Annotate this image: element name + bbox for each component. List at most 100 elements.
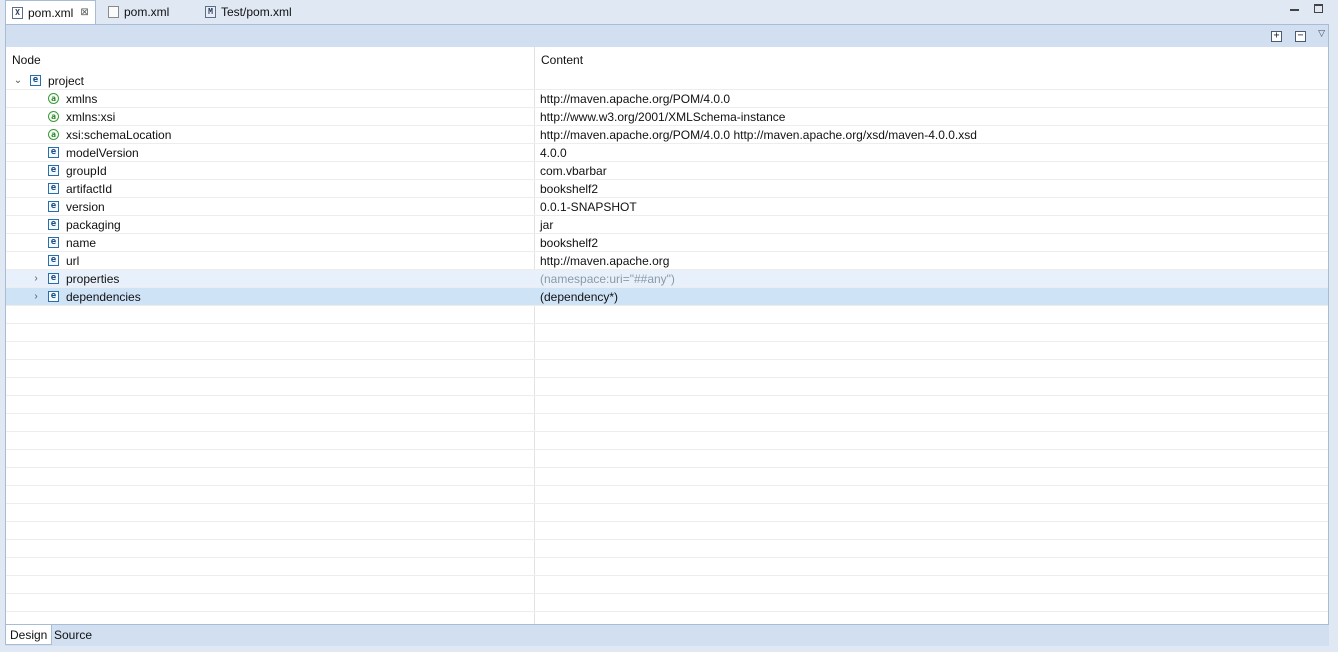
element-icon: e	[48, 201, 59, 212]
chevron-right-icon[interactable]: ›	[30, 273, 42, 284]
tab-label: Source	[54, 628, 93, 642]
expand-all-button[interactable]: +	[1271, 31, 1282, 42]
node-cell[interactable]: ⌄ e project	[6, 72, 534, 89]
chevron-down-icon[interactable]: ⌄	[12, 75, 24, 86]
tree-row[interactable]: a xmlns:xsi http://www.w3.org/2001/XMLSche…	[6, 108, 1328, 126]
attribute-icon: a	[48, 129, 59, 140]
minimize-button[interactable]	[1288, 2, 1300, 14]
chevron-right-icon[interactable]: ›	[30, 291, 42, 302]
tree-row[interactable]: e version 0.0.1-SNAPSHOT	[6, 198, 1328, 216]
tree-row[interactable]: ⌄ e project	[6, 72, 1328, 90]
tree-row[interactable]: › e dependencies (dependency*)	[6, 288, 1328, 306]
empty-row	[6, 558, 1328, 576]
node-cell[interactable]: e packaging	[6, 216, 534, 233]
content-cell[interactable]: com.vbarbar	[540, 162, 607, 179]
empty-row	[6, 432, 1328, 450]
empty-row	[6, 414, 1328, 432]
empty-row	[6, 522, 1328, 540]
node-cell[interactable]: a xmlns	[6, 90, 534, 107]
tree-row[interactable]: e packaging jar	[6, 216, 1328, 234]
content-cell[interactable]: (dependency*)	[540, 288, 618, 305]
element-icon: e	[48, 165, 59, 176]
design-panel: + − ▽ Node Content ⌄ e project a xmlns http:/…	[5, 24, 1329, 626]
node-cell[interactable]: e artifactId	[6, 180, 534, 197]
node-name: dependencies	[66, 289, 141, 304]
empty-row	[6, 540, 1328, 558]
tree-row[interactable]: e name bookshelf2	[6, 234, 1328, 252]
empty-row	[6, 306, 1328, 324]
minimize-icon	[1289, 9, 1299, 11]
node-name: artifactId	[66, 181, 113, 196]
collapse-all-button[interactable]: −	[1295, 31, 1306, 42]
tree-row[interactable]: › e properties (namespace:uri="##any")	[6, 270, 1328, 288]
xml-tree-table: Node Content ⌄ e project a xmlns http://maven…	[6, 47, 1328, 625]
content-cell[interactable]: http://maven.apache.org/POM/4.0.0 http:/…	[540, 126, 977, 143]
node-name: xsi:schemaLocation	[66, 127, 172, 142]
content-cell[interactable]: 4.0.0	[540, 144, 567, 161]
content-cell[interactable]: bookshelf2	[540, 180, 598, 197]
tree-row[interactable]: a xmlns http://maven.apache.org/POM/4.0.0	[6, 90, 1328, 108]
text-file-icon	[108, 6, 119, 18]
content-cell[interactable]: 0.0.1-SNAPSHOT	[540, 198, 637, 215]
tab-label: Test/pom.xml	[221, 5, 292, 19]
column-header-content[interactable]: Content	[541, 53, 583, 67]
attribute-icon: a	[48, 111, 59, 122]
node-name: groupId	[66, 163, 107, 178]
content-cell[interactable]: bookshelf2	[540, 234, 598, 251]
tree-row[interactable]: e artifactId bookshelf2	[6, 180, 1328, 198]
node-cell[interactable]: e url	[6, 252, 534, 269]
view-menu-icon[interactable]: ▽	[1318, 28, 1325, 39]
element-icon: e	[48, 219, 59, 230]
empty-row	[6, 360, 1328, 378]
tab-pom-xml-active[interactable]: X pom.xml ⊠	[5, 0, 96, 24]
close-icon[interactable]: ⊠	[80, 7, 88, 18]
tab-design[interactable]: Design	[5, 625, 53, 645]
element-icon: e	[48, 237, 59, 248]
element-icon: e	[48, 291, 59, 302]
empty-row	[6, 396, 1328, 414]
maximize-icon	[1313, 3, 1323, 13]
node-name: xmlns	[66, 91, 98, 106]
content-cell[interactable]: (namespace:uri="##any")	[540, 270, 675, 287]
tree-row[interactable]: e url http://maven.apache.org	[6, 252, 1328, 270]
editor-page-tabs: Design Source	[5, 624, 1329, 646]
tab-pom-xml[interactable]: pom.xml	[102, 1, 175, 23]
tab-source[interactable]: Source	[50, 625, 96, 645]
maven-file-icon: M	[205, 6, 216, 18]
window-controls	[1288, 2, 1324, 14]
node-name: modelVersion	[66, 145, 139, 160]
node-cell[interactable]: e version	[6, 198, 534, 215]
tree-row[interactable]: e groupId com.vbarbar	[6, 162, 1328, 180]
maximize-button[interactable]	[1312, 2, 1324, 14]
content-cell[interactable]: jar	[540, 216, 553, 233]
attribute-icon: a	[48, 93, 59, 104]
element-icon: e	[48, 273, 59, 284]
content-cell[interactable]: http://maven.apache.org	[540, 252, 669, 269]
node-name: xmlns:xsi	[66, 109, 116, 124]
content-cell[interactable]: http://maven.apache.org/POM/4.0.0	[540, 90, 730, 107]
empty-row	[6, 594, 1328, 612]
node-name: project	[48, 73, 85, 88]
tab-test-pom-xml[interactable]: M Test/pom.xml	[199, 1, 298, 23]
element-icon: e	[30, 75, 41, 86]
node-cell[interactable]: › e dependencies	[6, 288, 534, 305]
empty-row	[6, 504, 1328, 522]
node-cell[interactable]: a xmlns:xsi	[6, 108, 534, 125]
node-cell[interactable]: e modelVersion	[6, 144, 534, 161]
node-name: version	[66, 199, 105, 214]
node-cell[interactable]: › e properties	[6, 270, 534, 287]
tree-row[interactable]: e modelVersion 4.0.0	[6, 144, 1328, 162]
tab-label: pom.xml	[124, 5, 170, 19]
empty-row	[6, 378, 1328, 396]
content-cell[interactable]: http://www.w3.org/2001/XMLSchema-instanc…	[540, 108, 785, 125]
table-header: Node Content	[6, 47, 1328, 72]
node-cell[interactable]: a xsi:schemaLocation	[6, 126, 534, 143]
empty-row	[6, 324, 1328, 342]
column-header-node[interactable]: Node	[12, 53, 41, 67]
node-cell[interactable]: e groupId	[6, 162, 534, 179]
node-cell[interactable]: e name	[6, 234, 534, 251]
node-name: packaging	[66, 217, 121, 232]
empty-row	[6, 486, 1328, 504]
tree-row[interactable]: a xsi:schemaLocation http://maven.apache.o…	[6, 126, 1328, 144]
element-icon: e	[48, 255, 59, 266]
